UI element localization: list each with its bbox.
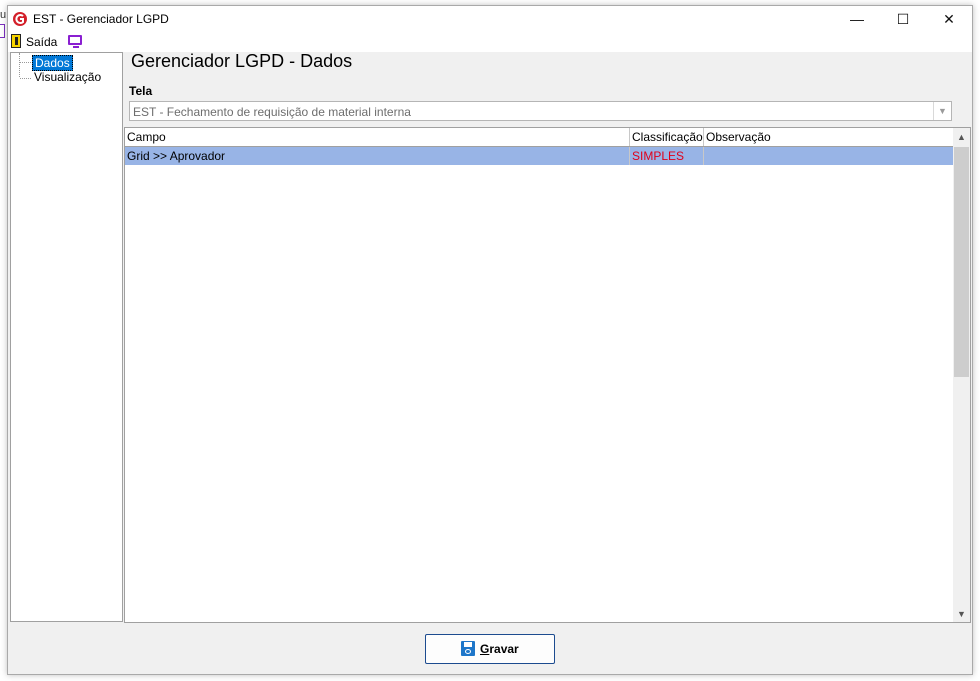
tree-item-visualizacao[interactable]: Visualização xyxy=(32,70,103,84)
cell-observacao[interactable] xyxy=(704,147,954,165)
scroll-up-icon[interactable]: ▲ xyxy=(953,128,970,145)
scroll-down-icon[interactable]: ▼ xyxy=(953,605,970,622)
floppy-disk-icon xyxy=(461,641,475,656)
door-exit-icon[interactable] xyxy=(11,34,21,48)
app-window: EST - Gerenciador LGPD — ☐ ✕ Saída Dados… xyxy=(7,5,973,675)
table-row[interactable]: Grid >> Aprovador SIMPLES xyxy=(125,147,954,165)
tree-connector xyxy=(20,62,31,63)
tree-item-dados[interactable]: Dados xyxy=(32,55,73,71)
save-button[interactable]: Gravar xyxy=(425,634,555,664)
chevron-down-icon[interactable]: ▼ xyxy=(933,102,951,120)
column-header-classificacao[interactable]: Classificação xyxy=(630,128,704,146)
maximize-button[interactable]: ☐ xyxy=(880,6,926,32)
vertical-scrollbar[interactable]: ▲ ▼ xyxy=(953,128,970,622)
cell-campo[interactable]: Grid >> Aprovador xyxy=(125,147,630,165)
tree-connector xyxy=(19,53,20,77)
grid-header: Campo Classificação Observação xyxy=(125,128,954,147)
toolbar: Saída xyxy=(8,32,972,52)
app-logo-icon xyxy=(13,12,27,26)
background-window-fragment: u xyxy=(0,9,7,21)
minimize-button[interactable]: — xyxy=(834,6,880,32)
background-window-edge xyxy=(0,24,5,38)
tree-connector xyxy=(20,78,31,79)
column-header-observacao[interactable]: Observação xyxy=(704,128,954,146)
save-button-label: Gravar xyxy=(480,642,519,656)
cell-classificacao[interactable]: SIMPLES xyxy=(630,147,704,165)
tela-label: Tela xyxy=(129,84,153,98)
window-title: EST - Gerenciador LGPD xyxy=(33,12,169,26)
fields-grid: Campo Classificação Observação Grid >> A… xyxy=(124,127,971,623)
scrollbar-thumb[interactable] xyxy=(954,147,969,377)
tela-select[interactable]: EST - Fechamento de requisição de materi… xyxy=(129,101,952,121)
close-button[interactable]: ✕ xyxy=(926,6,972,32)
page-title: Gerenciador LGPD - Dados xyxy=(131,51,353,71)
tela-select-value: EST - Fechamento de requisição de materi… xyxy=(133,105,411,119)
monitor-icon[interactable] xyxy=(68,35,82,48)
title-bar[interactable]: EST - Gerenciador LGPD — ☐ ✕ xyxy=(8,6,972,32)
navigation-tree: Dados Visualização xyxy=(10,52,123,622)
exit-button[interactable]: Saída xyxy=(26,35,57,49)
column-header-campo[interactable]: Campo xyxy=(125,128,630,146)
